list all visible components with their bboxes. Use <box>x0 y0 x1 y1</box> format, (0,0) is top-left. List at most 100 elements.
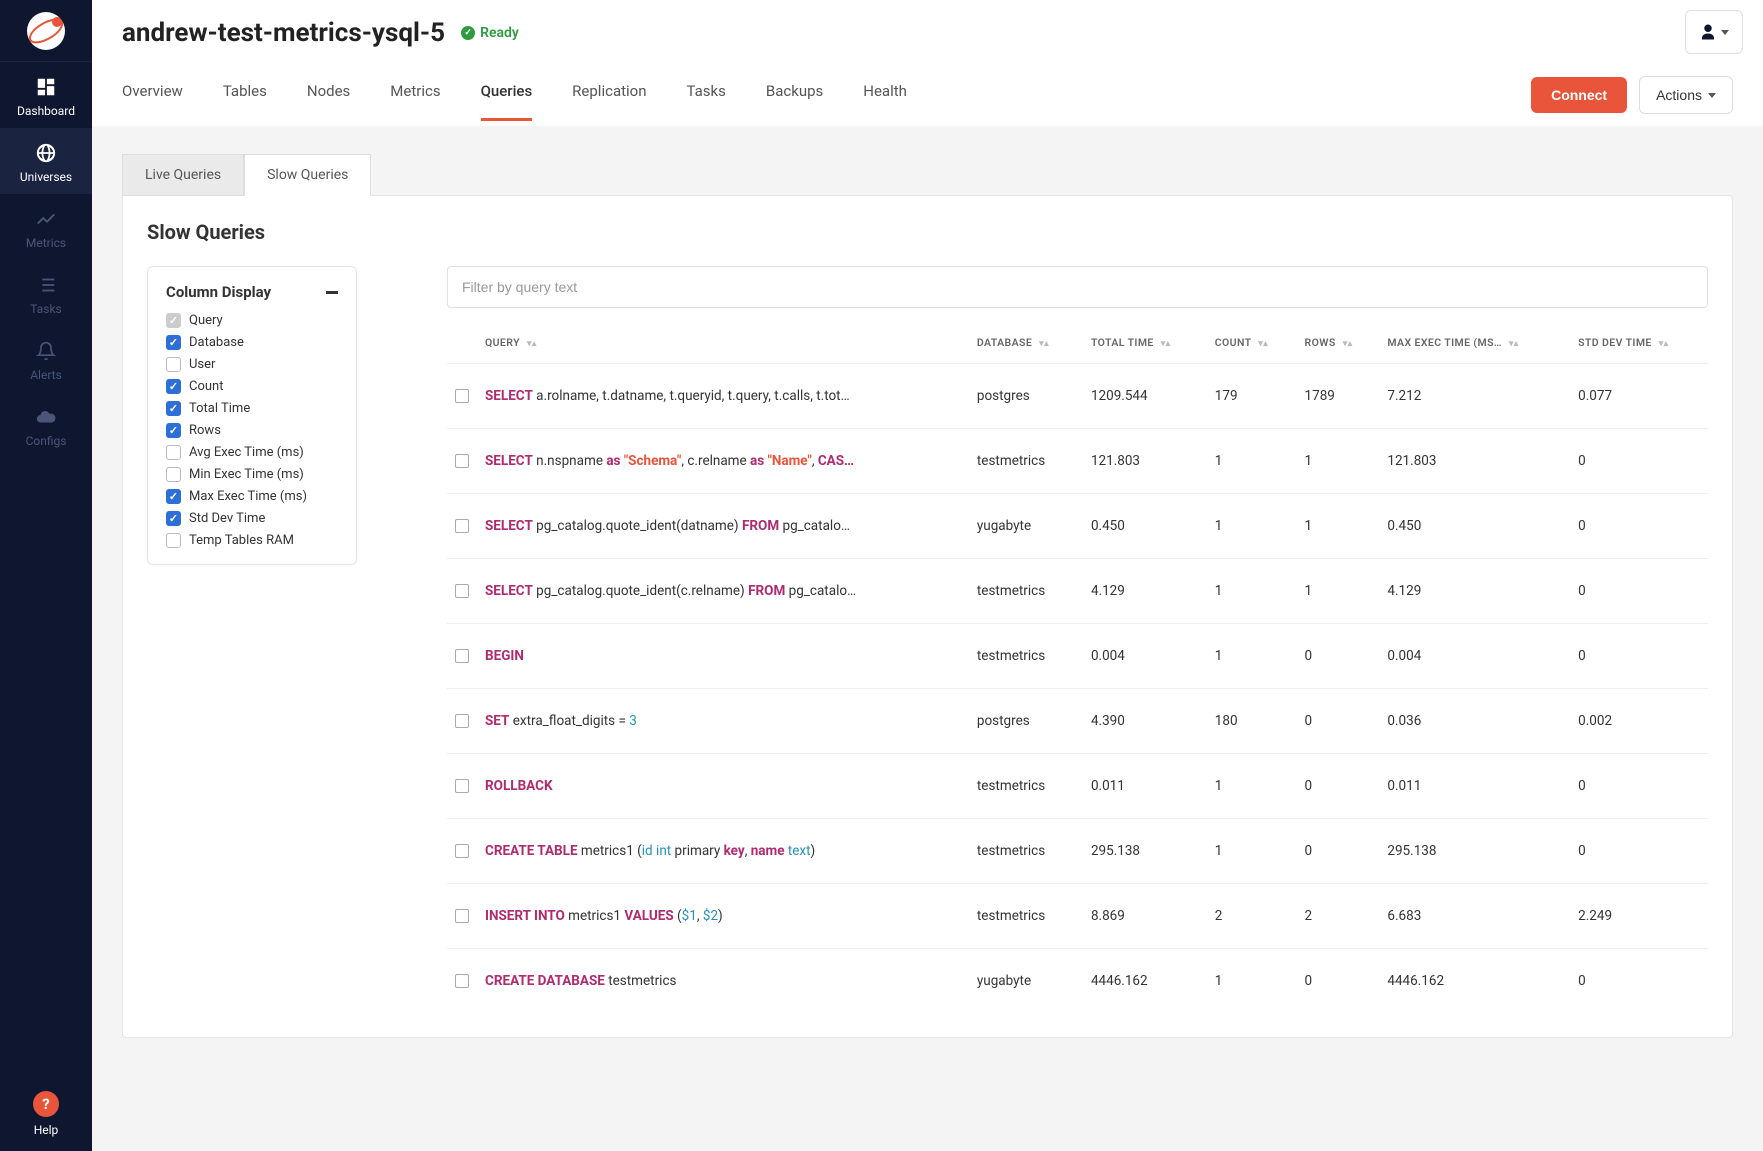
column-header[interactable]: DATABASE ▾▴ <box>969 326 1083 364</box>
tab-metrics[interactable]: Metrics <box>390 82 440 121</box>
column-toggle[interactable]: Query <box>166 313 338 328</box>
column-toggle[interactable]: Avg Exec Time (ms) <box>166 445 338 460</box>
column-label: User <box>189 357 215 372</box>
tab-queries[interactable]: Queries <box>481 82 533 121</box>
nav-alerts[interactable]: Alerts <box>0 326 92 392</box>
column-header[interactable]: TOTAL TIME ▾▴ <box>1083 326 1207 364</box>
row-checkbox[interactable] <box>455 909 469 923</box>
count-cell: 1 <box>1207 624 1297 689</box>
column-header[interactable]: ROWS ▾▴ <box>1297 326 1380 364</box>
column-header[interactable]: COUNT ▾▴ <box>1207 326 1297 364</box>
column-label: Min Exec Time (ms) <box>189 467 304 482</box>
column-display-card: Column Display QueryDatabaseUserCountTot… <box>147 266 357 565</box>
column-label: Avg Exec Time (ms) <box>189 445 304 460</box>
total_time-cell: 1209.544 <box>1083 364 1207 429</box>
column-toggle[interactable]: Total Time <box>166 401 338 416</box>
database-cell: testmetrics <box>969 884 1083 949</box>
tab-replication[interactable]: Replication <box>572 82 646 121</box>
nav-configs[interactable]: Configs <box>0 392 92 458</box>
checkbox[interactable] <box>166 335 181 350</box>
tab-nodes[interactable]: Nodes <box>307 82 350 121</box>
row-checkbox[interactable] <box>455 519 469 533</box>
table-row[interactable]: BEGINtestmetrics0.004100.0040 <box>447 624 1708 689</box>
nav-label: Metrics <box>26 236 66 250</box>
checkbox[interactable] <box>166 445 181 460</box>
nav-dashboard[interactable]: Dashboard <box>0 62 92 128</box>
user-menu[interactable] <box>1685 10 1743 54</box>
row-checkbox[interactable] <box>455 779 469 793</box>
row-checkbox[interactable] <box>455 649 469 663</box>
tab-backups[interactable]: Backups <box>766 82 823 121</box>
checkbox[interactable] <box>166 357 181 372</box>
table-row[interactable]: ROLLBACKtestmetrics0.011100.0110 <box>447 754 1708 819</box>
checkbox[interactable] <box>166 401 181 416</box>
sort-icon: ▾▴ <box>1039 339 1049 349</box>
rows-cell: 0 <box>1297 754 1380 819</box>
checkbox <box>166 313 181 328</box>
column-toggle[interactable]: Database <box>166 335 338 350</box>
nav-help[interactable]: ? Help <box>0 1077 92 1151</box>
actions-button[interactable]: Actions <box>1639 76 1733 114</box>
tab-health[interactable]: Health <box>863 82 907 121</box>
checkbox[interactable] <box>166 423 181 438</box>
column-label: Std Dev Time <box>189 511 265 526</box>
column-toggle[interactable]: Min Exec Time (ms) <box>166 467 338 482</box>
column-header[interactable]: STD DEV TIME ▾▴ <box>1570 326 1708 364</box>
column-toggle[interactable]: User <box>166 357 338 372</box>
table-row[interactable]: SELECT n.nspname as "Schema", c.relname … <box>447 429 1708 494</box>
checkbox[interactable] <box>166 511 181 526</box>
column-toggle[interactable]: Rows <box>166 423 338 438</box>
table-row[interactable]: SET extra_float_digits = 3postgres4.3901… <box>447 689 1708 754</box>
rows-cell: 0 <box>1297 949 1380 1014</box>
column-toggle[interactable]: Max Exec Time (ms) <box>166 489 338 504</box>
subtab-live-queries[interactable]: Live Queries <box>122 154 244 196</box>
row-checkbox[interactable] <box>455 454 469 468</box>
table-row[interactable]: SELECT pg_catalog.quote_ident(c.relname)… <box>447 559 1708 624</box>
checkbox[interactable] <box>166 533 181 548</box>
table-row[interactable]: SELECT pg_catalog.quote_ident(datname) F… <box>447 494 1708 559</box>
total_time-cell: 0.450 <box>1083 494 1207 559</box>
table-row[interactable]: CREATE DATABASE testmetricsyugabyte4446.… <box>447 949 1708 1014</box>
collapse-icon[interactable] <box>326 291 338 294</box>
actions-label: Actions <box>1656 87 1702 103</box>
table-row[interactable]: INSERT INTO metrics1 VALUES ($1, $2)test… <box>447 884 1708 949</box>
nav-metrics[interactable]: Metrics <box>0 194 92 260</box>
database-cell: testmetrics <box>969 754 1083 819</box>
nav-label: Configs <box>26 434 67 448</box>
nav-tasks[interactable]: Tasks <box>0 260 92 326</box>
tab-tasks[interactable]: Tasks <box>687 82 726 121</box>
query-cell: SET extra_float_digits = 3 <box>477 689 969 754</box>
table-row[interactable]: CREATE TABLE metrics1 (id int primary ke… <box>447 819 1708 884</box>
tab-tables[interactable]: Tables <box>223 82 267 121</box>
status-badge: ✓ Ready <box>461 25 519 41</box>
column-toggle[interactable]: Std Dev Time <box>166 511 338 526</box>
column-header[interactable]: QUERY ▾▴ <box>477 326 969 364</box>
column-toggle[interactable]: Temp Tables RAM <box>166 533 338 548</box>
max_exec-cell: 121.803 <box>1379 429 1570 494</box>
caret-down-icon <box>1721 30 1729 35</box>
row-checkbox[interactable] <box>455 714 469 728</box>
table-row[interactable]: SELECT a.rolname, t.datname, t.queryid, … <box>447 364 1708 429</box>
column-toggle[interactable]: Count <box>166 379 338 394</box>
sort-icon: ▾▴ <box>1343 339 1353 349</box>
checkbox[interactable] <box>166 379 181 394</box>
column-header[interactable]: MAX EXEC TIME (MS… ▾▴ <box>1379 326 1570 364</box>
checkbox[interactable] <box>166 489 181 504</box>
database-cell: yugabyte <box>969 949 1083 1014</box>
list-icon <box>35 274 57 296</box>
checkbox[interactable] <box>166 467 181 482</box>
column-label: Max Exec Time (ms) <box>189 489 307 504</box>
filter-input[interactable] <box>447 266 1708 308</box>
row-checkbox[interactable] <box>455 584 469 598</box>
nav-universes[interactable]: Universes <box>0 128 92 194</box>
logo[interactable] <box>0 0 92 62</box>
rows-cell: 1789 <box>1297 364 1380 429</box>
row-checkbox[interactable] <box>455 389 469 403</box>
count-cell: 1 <box>1207 754 1297 819</box>
subtab-slow-queries[interactable]: Slow Queries <box>244 154 371 196</box>
row-checkbox[interactable] <box>455 974 469 988</box>
connect-button[interactable]: Connect <box>1531 77 1627 113</box>
row-checkbox[interactable] <box>455 844 469 858</box>
count-cell: 1 <box>1207 559 1297 624</box>
tab-overview[interactable]: Overview <box>122 82 183 121</box>
